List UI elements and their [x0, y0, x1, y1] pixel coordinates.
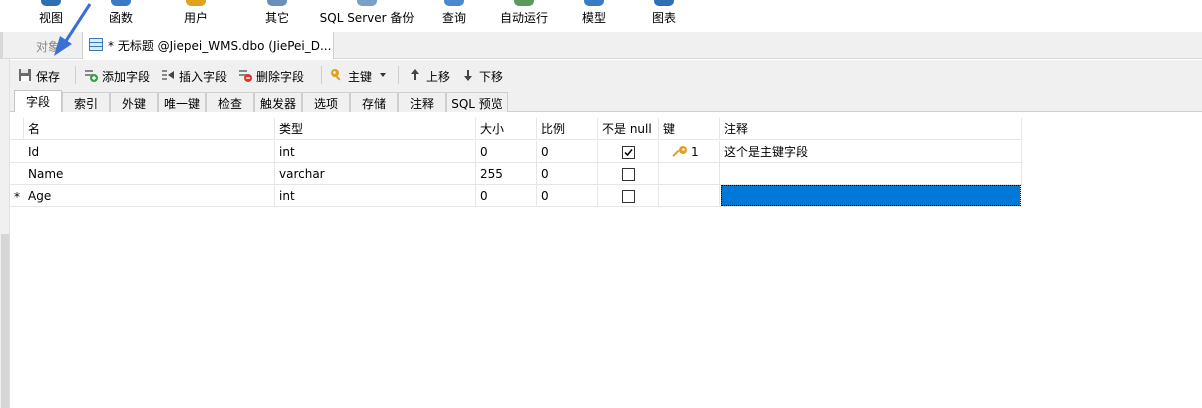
- cell-type[interactable]: int: [275, 141, 476, 163]
- primary-key-dropdown[interactable]: 主键: [330, 65, 390, 85]
- column-header-size[interactable]: 大小: [476, 118, 537, 140]
- new-row-marker: *: [14, 190, 20, 204]
- ribbon-automation-button[interactable]: 自动运行: [494, 0, 554, 32]
- cell-name[interactable]: Name: [24, 163, 275, 185]
- column-header-name[interactable]: 名: [24, 118, 275, 140]
- insert-field-icon: [162, 70, 174, 80]
- designer-toolbar: 保存 添加字段 插入字段 删除字段 主键 上移 下移: [10, 60, 1202, 90]
- row-marker: [10, 163, 24, 185]
- cell-not-null: [598, 163, 659, 185]
- ribbon-backup-button[interactable]: SQL Server 备份: [317, 0, 417, 32]
- tab-comment[interactable]: 注释: [398, 92, 446, 112]
- ribbon-other-button[interactable]: 其它: [252, 0, 302, 32]
- automation-icon: [514, 0, 534, 6]
- key-ordinal: 1: [691, 145, 699, 159]
- not-null-checkbox[interactable]: [622, 190, 635, 203]
- cell-size[interactable]: 255: [476, 163, 537, 185]
- cell-comment[interactable]: [720, 163, 1022, 185]
- tab-storage[interactable]: 存储: [350, 92, 398, 112]
- cell-key[interactable]: 1: [659, 141, 720, 163]
- chart-icon: [654, 0, 674, 6]
- column-header-comment[interactable]: 注释: [720, 118, 1022, 140]
- backup-icon: [357, 0, 377, 6]
- arrow-up-icon: [411, 69, 419, 80]
- toolbar-separator: [398, 66, 399, 84]
- ribbon-model-button[interactable]: 模型: [569, 0, 619, 32]
- tab-fields[interactable]: 字段: [14, 90, 62, 112]
- delete-field-button[interactable]: 删除字段: [238, 65, 310, 85]
- column-header-key[interactable]: 键: [659, 118, 720, 140]
- left-panel-scrollbar[interactable]: [0, 59, 10, 408]
- query-icon: [444, 0, 464, 6]
- save-button[interactable]: 保存: [18, 65, 68, 85]
- table-designer-window: 视图 函数 用户 其它 SQL Server 备份 查询 自动运行 模型 图表 …: [0, 0, 1202, 408]
- table-row[interactable]: Id int 0 0 1 这个是主键字段: [10, 141, 1022, 163]
- column-header-scale[interactable]: 比例: [537, 118, 598, 140]
- ribbon-function-button[interactable]: 函数: [96, 0, 146, 32]
- ribbon: 视图 函数 用户 其它 SQL Server 备份 查询 自动运行 模型 图表: [0, 0, 1202, 32]
- tab-options[interactable]: 选项: [302, 92, 350, 112]
- add-field-icon: [85, 70, 98, 82]
- user-icon: [186, 0, 206, 6]
- chevron-down-icon: [380, 73, 386, 77]
- move-up-button[interactable]: 上移: [408, 65, 454, 85]
- insert-field-button[interactable]: 插入字段: [161, 65, 233, 85]
- cell-type[interactable]: int: [275, 185, 476, 207]
- scrollbar-thumb[interactable]: [1, 234, 9, 408]
- cell-not-null: [598, 141, 659, 163]
- check-icon: [624, 149, 633, 157]
- tab-unique-keys[interactable]: 唯一键: [158, 92, 206, 112]
- tab-indexes[interactable]: 索引: [62, 92, 110, 112]
- cell-type[interactable]: varchar: [275, 163, 476, 185]
- column-header-not-null[interactable]: 不是 null: [598, 118, 659, 140]
- tab-foreign-keys[interactable]: 外键: [110, 92, 158, 112]
- table-row[interactable]: * Age int 0 0: [10, 185, 1022, 207]
- cell-size[interactable]: 0: [476, 185, 537, 207]
- tab-document-label: * 无标题 @Jiepei_WMS.dbo (JiePei_D...: [108, 39, 332, 53]
- cell-scale[interactable]: 0: [537, 141, 598, 163]
- primary-key-icon: [672, 146, 687, 157]
- move-down-button[interactable]: 下移: [461, 65, 507, 85]
- tab-edge: [0, 32, 3, 58]
- model-icon: [584, 0, 604, 6]
- cell-scale[interactable]: 0: [537, 185, 598, 207]
- function-icon: [111, 0, 131, 6]
- cell-comment[interactable]: 这个是主键字段: [720, 141, 1022, 163]
- toolbar-separator: [75, 66, 76, 84]
- tab-checks[interactable]: 检查: [206, 92, 254, 112]
- add-field-button[interactable]: 添加字段: [84, 65, 156, 85]
- column-header-type[interactable]: 类型: [275, 118, 476, 140]
- cell-size[interactable]: 0: [476, 141, 537, 163]
- cell-name[interactable]: Id: [24, 141, 275, 163]
- row-marker-header: [10, 118, 24, 140]
- table-row[interactable]: Name varchar 255 0: [10, 163, 1022, 185]
- annotation-arrow-icon: [54, 3, 92, 56]
- cell-scale[interactable]: 0: [537, 163, 598, 185]
- tab-sql-preview[interactable]: SQL 预览: [446, 92, 508, 112]
- cell-key[interactable]: [659, 185, 720, 207]
- not-null-checkbox[interactable]: [622, 168, 635, 181]
- tab-triggers[interactable]: 触发器: [254, 92, 302, 112]
- ribbon-chart-button[interactable]: 图表: [639, 0, 689, 32]
- save-icon: [19, 69, 31, 81]
- cell-key[interactable]: [659, 163, 720, 185]
- key-icon: [331, 69, 341, 81]
- ribbon-user-button[interactable]: 用户: [171, 0, 221, 32]
- designer-subtabs: 字段 索引 外键 唯一键 检查 触发器 选项 存储 注释 SQL 预览: [10, 90, 1202, 112]
- cell-not-null: [598, 185, 659, 207]
- other-icon: [267, 0, 287, 6]
- ribbon-query-button[interactable]: 查询: [429, 0, 479, 32]
- document-tab-bar: 对象 * 无标题 @Jiepei_WMS.dbo (JiePei_D...: [0, 32, 1202, 59]
- toolbar-separator: [321, 66, 322, 84]
- arrow-down-icon: [464, 70, 472, 81]
- grid-header-row: 名 类型 大小 比例 不是 null 键 注释: [10, 118, 1022, 140]
- cell-comment-selected[interactable]: [721, 185, 1021, 206]
- tab-untitled-table[interactable]: * 无标题 @Jiepei_WMS.dbo (JiePei_D...: [82, 32, 334, 59]
- row-marker: [10, 141, 24, 163]
- delete-field-icon: [239, 70, 252, 82]
- cell-name[interactable]: Age: [24, 185, 275, 207]
- not-null-checkbox[interactable]: [622, 146, 635, 159]
